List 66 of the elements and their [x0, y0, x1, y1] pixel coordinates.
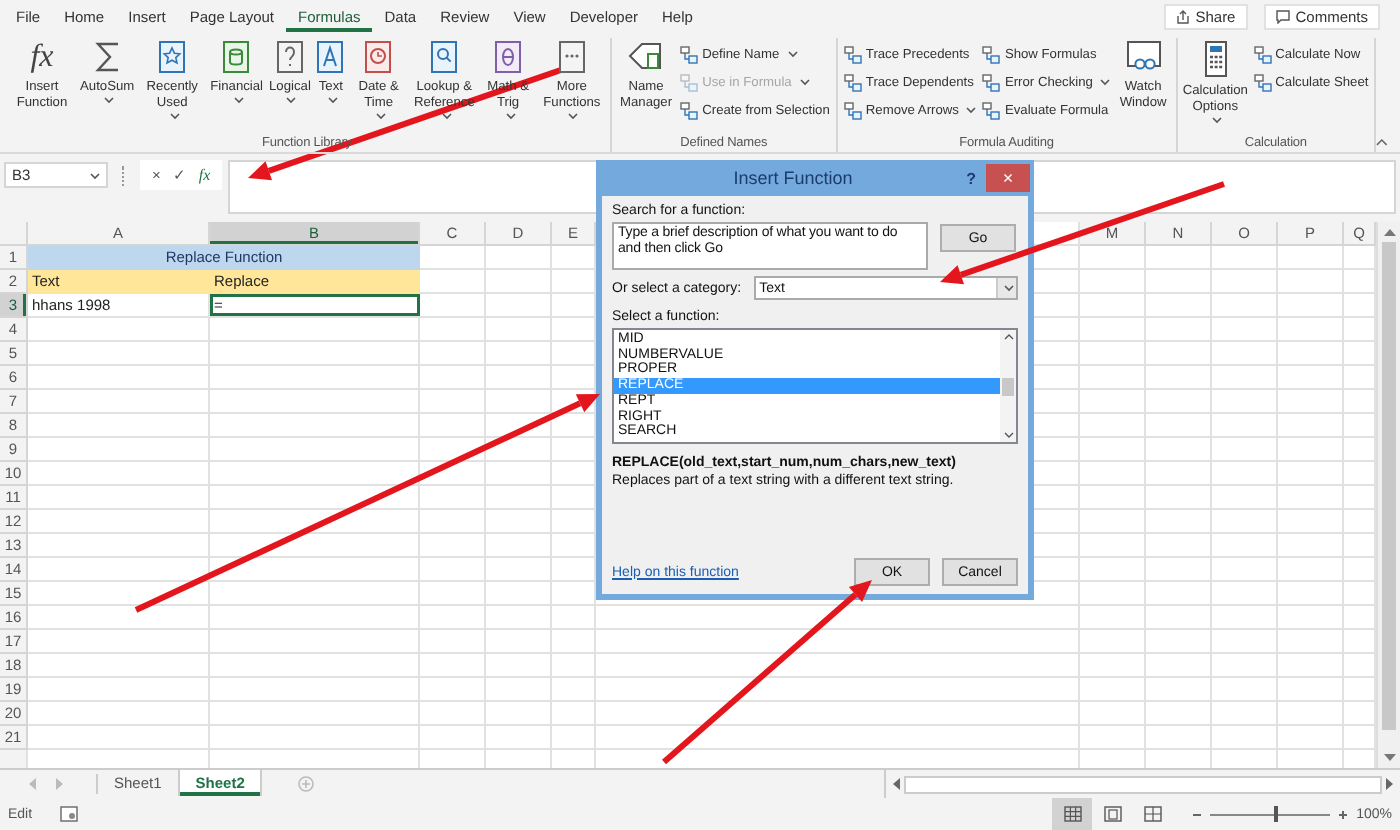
caret-icon — [799, 78, 810, 86]
dots-book-icon — [557, 40, 586, 74]
grid-icon — [680, 45, 699, 63]
grid-view-icon[interactable] — [1063, 806, 1082, 822]
star-book-icon — [158, 40, 187, 74]
scrollbar-thumb[interactable] — [1002, 377, 1014, 395]
comment-icon — [1275, 10, 1290, 24]
dialog-title: Insert Function — [731, 168, 855, 188]
caret-icon — [1004, 284, 1014, 292]
caret-icon — [233, 96, 244, 104]
caret-icon — [90, 171, 100, 179]
grid-icon — [982, 45, 1001, 63]
collapse-icon[interactable] — [1376, 138, 1388, 146]
caret-icon — [505, 112, 516, 120]
scroll-down-icon[interactable] — [1383, 754, 1395, 762]
list-scrollbar[interactable] — [1000, 330, 1016, 442]
insert-function-button[interactable]: fx — [198, 160, 211, 188]
magnifier-book-icon — [430, 40, 459, 74]
grid-icon — [843, 101, 862, 119]
sum-icon — [93, 40, 122, 74]
help-button[interactable]: ? — [956, 169, 986, 187]
theta-book-icon — [494, 40, 523, 74]
scroll-up-icon[interactable] — [1003, 334, 1013, 340]
horizontal-scrollbar[interactable] — [904, 775, 1382, 793]
caret-icon — [787, 50, 798, 58]
grid-icon — [680, 73, 699, 91]
scroll-up-icon[interactable] — [1383, 228, 1395, 236]
caret-icon — [375, 112, 386, 120]
page-break-icon[interactable] — [1143, 806, 1162, 822]
zoom-thumb[interactable] — [1274, 806, 1279, 822]
tag-icon — [626, 40, 667, 74]
scroll-down-icon[interactable] — [1003, 432, 1013, 438]
share-icon — [1175, 10, 1190, 24]
caret-icon — [327, 96, 338, 104]
caret-icon — [441, 112, 452, 120]
grid-icon — [982, 101, 1001, 119]
book-icon — [275, 40, 304, 74]
clock-book-icon — [364, 40, 393, 74]
scroll-left-icon[interactable] — [892, 778, 900, 790]
caret-icon — [966, 106, 977, 114]
view-button[interactable] — [1052, 798, 1093, 830]
grid-icon — [1253, 73, 1272, 91]
coin-book-icon — [222, 40, 251, 74]
caret-icon — [568, 112, 579, 120]
macro-record-icon[interactable] — [60, 806, 79, 822]
scrollbar-thumb[interactable] — [1382, 242, 1396, 730]
caret-icon — [1212, 116, 1223, 124]
glasses-window-icon — [1123, 40, 1164, 74]
grid-icon — [1253, 45, 1272, 63]
caret-icon — [169, 112, 180, 120]
zoom-out-icon[interactable] — [1192, 809, 1203, 819]
grid-icon — [843, 73, 862, 91]
caret-icon — [104, 96, 115, 104]
calculator-icon — [1201, 40, 1230, 78]
zoom-in-icon[interactable] — [1338, 809, 1349, 819]
fx-icon: fx — [30, 40, 54, 74]
vertical-scrollbar[interactable] — [1376, 222, 1400, 768]
grid-icon — [982, 73, 1001, 91]
page-layout-icon[interactable] — [1103, 806, 1122, 822]
caret-icon — [286, 96, 297, 104]
caret-icon — [1100, 78, 1111, 86]
book-icon — [316, 40, 345, 74]
scroll-right-icon[interactable] — [1386, 778, 1394, 790]
grid-icon — [843, 45, 862, 63]
grid-icon — [680, 101, 699, 119]
close-button[interactable]: × — [986, 164, 1030, 192]
